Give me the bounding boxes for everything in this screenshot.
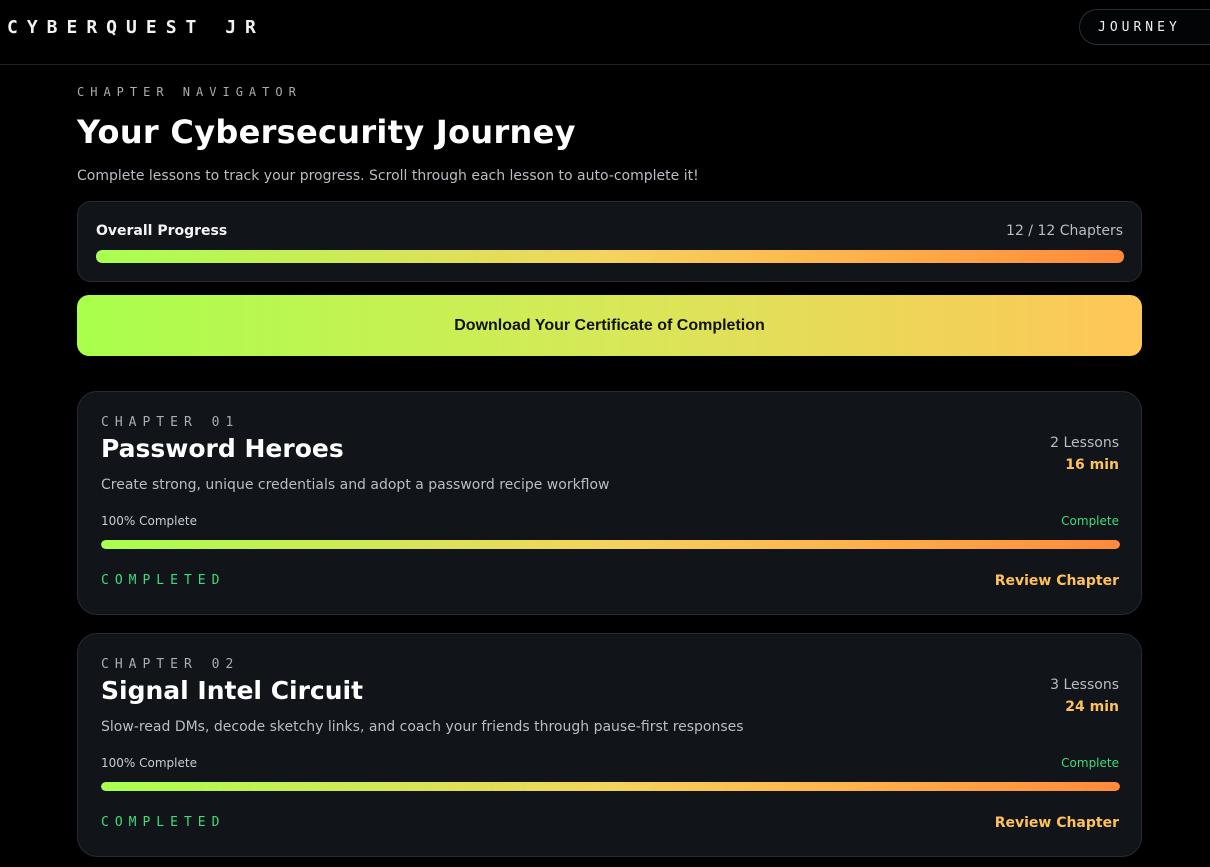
chapter-duration: 24 min	[1065, 699, 1119, 715]
overall-progress-card: Overall Progress 12 / 12 Chapters	[77, 201, 1142, 282]
chapter-card[interactable]: CHAPTER 02 Signal Intel Circuit 3 Lesson…	[77, 633, 1142, 857]
chapter-state-badge: COMPLETED	[101, 573, 226, 588]
chapter-description: Slow-read DMs, decode sketchy links, and…	[101, 719, 744, 735]
chapter-number: CHAPTER 01	[101, 415, 240, 430]
chapter-duration: 16 min	[1065, 457, 1119, 473]
chapter-card[interactable]: CHAPTER 01 Password Heroes 2 Lessons 16 …	[77, 391, 1142, 615]
chapter-progress-bar	[101, 540, 1120, 549]
overall-progress-bar	[96, 250, 1124, 263]
chapter-number: CHAPTER 02	[101, 657, 240, 672]
chapter-title: Password Heroes	[101, 434, 344, 463]
top-bar: CYBERQUEST JR JOURNEY	[0, 0, 1210, 65]
chapter-title: Signal Intel Circuit	[101, 676, 364, 705]
chapter-percent-label: 100% Complete	[101, 756, 197, 770]
section-eyebrow: CHAPTER NAVIGATOR	[77, 85, 302, 99]
page-title: Your Cybersecurity Journey	[77, 113, 576, 151]
chapter-description: Create strong, unique credentials and ad…	[101, 477, 610, 493]
download-certificate-button[interactable]: Download Your Certificate of Completion	[77, 295, 1142, 356]
page-subtitle: Complete lessons to track your progress.…	[77, 168, 699, 184]
chapter-percent-label: 100% Complete	[101, 514, 197, 528]
chapter-status: Complete	[1061, 514, 1119, 528]
chapter-progress-fill	[101, 782, 1120, 791]
overall-progress-label: Overall Progress	[96, 223, 228, 239]
chapter-status: Complete	[1061, 756, 1119, 770]
overall-progress-fill	[96, 250, 1124, 263]
chapter-state-badge: COMPLETED	[101, 815, 226, 830]
chapter-progress-bar	[101, 782, 1120, 791]
journey-nav-button[interactable]: JOURNEY	[1079, 9, 1210, 45]
overall-progress-count: 12 / 12 Chapters	[1006, 223, 1123, 239]
chapter-lesson-count: 2 Lessons	[1050, 435, 1119, 451]
chapter-lesson-count: 3 Lessons	[1050, 677, 1119, 693]
review-chapter-link[interactable]: Review Chapter	[995, 573, 1119, 589]
chapter-progress-fill	[101, 540, 1120, 549]
review-chapter-link[interactable]: Review Chapter	[995, 815, 1119, 831]
brand-logo[interactable]: CYBERQUEST JR	[7, 17, 265, 38]
